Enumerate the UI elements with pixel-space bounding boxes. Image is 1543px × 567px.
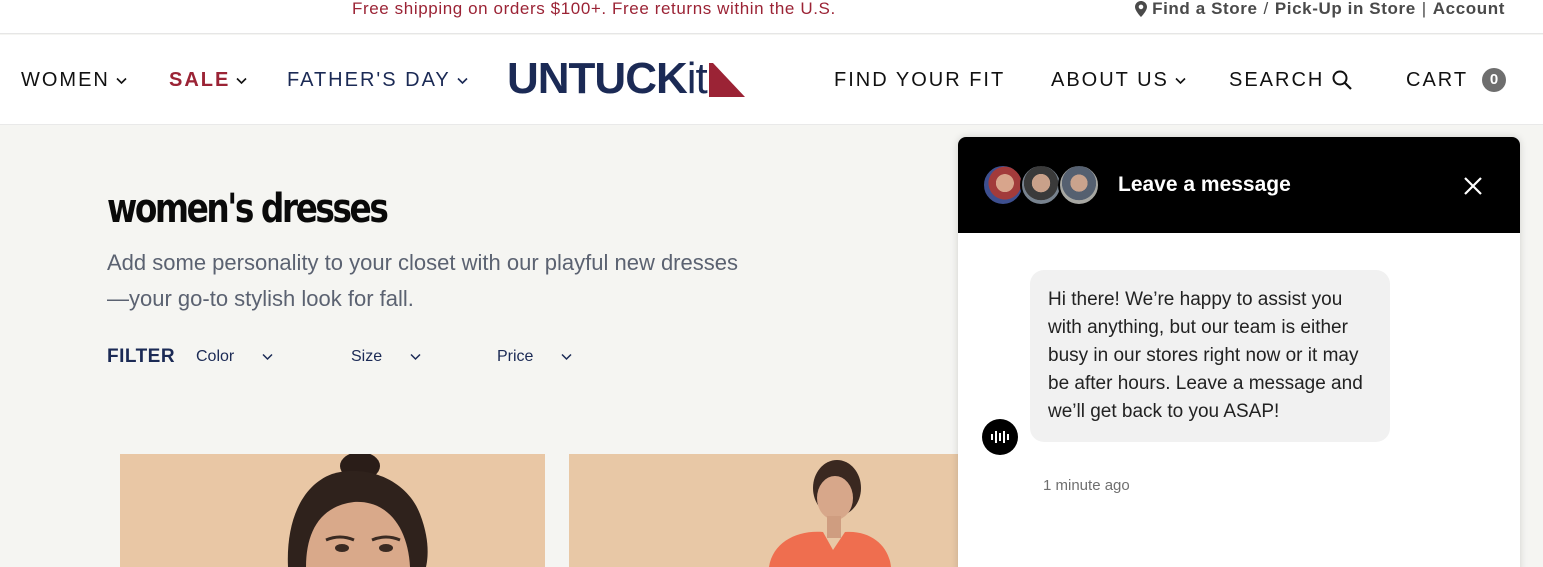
logo-wordmark: UNTUCKit (507, 54, 708, 103)
nav-cart[interactable]: CART 0 (1406, 68, 1507, 92)
utility-links: Find a Store / Pick-Up in Store | Accoun… (1135, 0, 1505, 18)
chevron-down-icon (561, 353, 572, 361)
page-description: Add some personality to your closet with… (107, 250, 738, 311)
account-link[interactable]: Account (1433, 0, 1505, 18)
close-icon[interactable] (1462, 175, 1484, 197)
chevron-down-icon (1175, 77, 1186, 85)
cart-count-badge: 0 (1482, 68, 1507, 92)
chat-header: Leave a message (958, 137, 1520, 233)
page-title: women's dresses (107, 186, 389, 232)
chevron-down-icon (457, 77, 468, 85)
chevron-down-icon (116, 77, 127, 85)
nav-search[interactable]: SEARCH (1229, 68, 1353, 92)
avatar (982, 164, 1024, 206)
chat-widget: Leave a message Hi there! We’re happy to… (958, 137, 1520, 567)
logo-untuck: UNTUCK (507, 54, 688, 103)
filter-bar: FILTER Color Size Price (107, 344, 607, 370)
nav-sale-label: SALE (169, 69, 231, 91)
audio-wave-icon (991, 431, 1009, 443)
chevron-down-icon (262, 353, 273, 361)
announcement-bar: Free shipping on orders $100+. Free retu… (0, 0, 1543, 34)
nav-fathers-day-label: FATHER'S DAY (287, 69, 451, 91)
agent-avatars (982, 164, 1100, 206)
chatbot-avatar (982, 419, 1018, 455)
product-image[interactable] (569, 454, 958, 567)
search-icon (1332, 70, 1353, 90)
logo-flag-icon (708, 63, 745, 97)
filter-color-dropdown[interactable]: Color (196, 348, 273, 366)
nav-find-your-fit[interactable]: FIND YOUR FIT (834, 68, 1005, 92)
nav-find-your-fit-label: FIND YOUR FIT (834, 69, 1006, 91)
nav-women[interactable]: WOMEN (21, 68, 127, 92)
map-pin-icon (1135, 1, 1148, 17)
nav-about-us[interactable]: ABOUT US (1051, 68, 1186, 92)
untuckit-logo[interactable]: UNTUCKit (507, 57, 745, 101)
nav-cart-label: CART (1406, 69, 1469, 91)
shipping-promo-text: Free shipping on orders $100+. Free retu… (352, 0, 836, 18)
model-photo-2 (769, 460, 891, 567)
model-photo-1 (287, 454, 428, 567)
filter-size-label: Size (351, 348, 383, 365)
chat-title: Leave a message (1118, 173, 1291, 196)
message-timestamp: 1 minute ago (1043, 477, 1130, 494)
logo-it: it (686, 54, 708, 103)
nav-about-us-label: ABOUT US (1051, 69, 1169, 91)
chevron-down-icon (410, 353, 421, 361)
chevron-down-icon (236, 77, 247, 85)
filter-price-label: Price (497, 348, 534, 365)
avatar (1058, 164, 1100, 206)
nav-sale[interactable]: SALE (169, 68, 247, 92)
find-store-link[interactable]: Find a Store (1152, 0, 1257, 18)
nav-search-label: SEARCH (1229, 69, 1325, 91)
filter-color-label: Color (196, 348, 235, 365)
avatar (1020, 164, 1062, 206)
nav-fathers-day[interactable]: FATHER'S DAY (287, 68, 468, 92)
filter-price-dropdown[interactable]: Price (497, 348, 572, 366)
chat-message-bubble: Hi there! We’re happy to assist you with… (1030, 270, 1390, 442)
pickup-in-store-link[interactable]: Pick-Up in Store (1275, 0, 1416, 18)
nav-women-label: WOMEN (21, 69, 110, 91)
link-divider: | (1421, 0, 1427, 18)
link-separator: / (1263, 0, 1269, 18)
filter-size-dropdown[interactable]: Size (351, 348, 421, 366)
filter-label: FILTER (107, 346, 176, 367)
main-navigation: WOMEN SALE FATHER'S DAY UNTUCKit FIND YO… (0, 35, 1543, 125)
product-image[interactable] (120, 454, 545, 567)
